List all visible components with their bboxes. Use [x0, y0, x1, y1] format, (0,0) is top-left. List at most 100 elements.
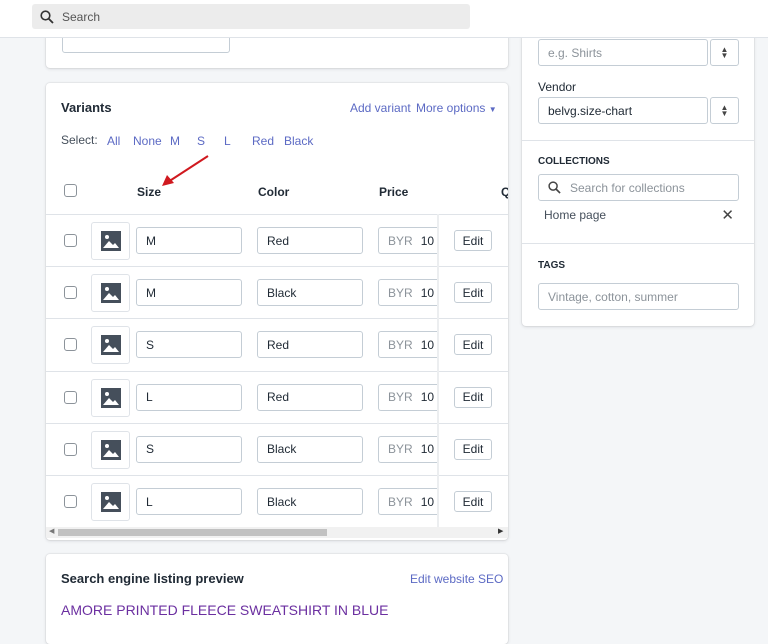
product-type-input[interactable]: e.g. Shirts [538, 39, 708, 66]
color-value: Black [267, 442, 297, 457]
tags-label: TAGS [538, 260, 566, 271]
color-value: Red [267, 390, 290, 405]
color-input[interactable]: Red [257, 383, 363, 411]
product-type-stepper[interactable]: ▲ ▼ [710, 39, 739, 66]
price-value: 10 [420, 285, 435, 300]
edit-variant-button[interactable]: Edit [454, 438, 492, 460]
column-header-color: Color [258, 185, 290, 199]
variant-checkbox[interactable] [64, 286, 77, 300]
variant-image-button[interactable] [91, 222, 130, 260]
collections-label: COLLECTIONS [538, 156, 610, 167]
image-icon [100, 335, 121, 356]
variant-checkbox[interactable] [64, 495, 77, 508]
edit-variant-button[interactable]: Edit [454, 334, 492, 356]
size-input[interactable]: S [136, 435, 242, 463]
select-s[interactable]: S [197, 134, 205, 148]
color-value: Black [267, 285, 297, 300]
size-input[interactable]: S [136, 331, 242, 359]
color-value: Black [267, 494, 297, 509]
caret-down-icon: ▼ [488, 105, 497, 114]
currency-label: BYR [388, 233, 413, 248]
scroll-right-arrow[interactable]: ▶ [498, 527, 503, 535]
variant-checkbox[interactable] [64, 390, 77, 404]
search-bar[interactable]: Search [32, 4, 470, 29]
remove-collection-icon[interactable]: ✕ [721, 206, 734, 224]
select-label: Select: [61, 133, 98, 147]
image-icon [100, 387, 121, 408]
variant-image-button[interactable] [91, 274, 130, 313]
image-icon [100, 231, 121, 251]
color-input[interactable]: Red [257, 331, 363, 359]
variant-image-button[interactable] [91, 430, 130, 469]
currency-label: BYR [388, 390, 413, 405]
top-bar: Search [0, 0, 768, 38]
edit-label: Edit [462, 390, 484, 405]
select-black[interactable]: Black [284, 134, 313, 148]
size-value: S [146, 442, 155, 457]
divider [522, 243, 754, 244]
column-header-quantity: Q [501, 185, 508, 199]
divider [522, 140, 754, 141]
size-input[interactable]: L [136, 488, 242, 515]
price-value: 10 [420, 494, 435, 509]
variant-checkbox[interactable] [64, 338, 77, 352]
vendor-input[interactable]: belvg.size-chart [538, 97, 708, 124]
price-value: 10 [420, 390, 435, 405]
currency-label: BYR [388, 494, 413, 509]
variant-image-button[interactable] [91, 483, 130, 521]
size-value: L [146, 390, 153, 405]
tags-input[interactable]: Vintage, cotton, summer [538, 283, 739, 310]
more-options-label: More options [416, 101, 486, 115]
currency-label: BYR [388, 337, 413, 352]
edit-website-seo-link[interactable]: Edit website SEO [410, 572, 503, 586]
select-l[interactable]: L [224, 134, 231, 148]
search-icon [548, 181, 561, 194]
scrollbar-thumb[interactable] [58, 529, 327, 536]
variants-card: Variants Add variant More options ▼ Sele… [46, 83, 508, 540]
variant-checkbox[interactable] [64, 442, 77, 456]
edit-label: Edit [462, 233, 484, 248]
price-value: 10 [420, 233, 435, 248]
select-red[interactable]: Red [252, 134, 274, 148]
variant-image-button[interactable] [91, 378, 130, 417]
sort-arrows-icon: ▲ ▼ [720, 102, 729, 118]
horizontal-scrollbar[interactable]: ◀ ▶ [46, 527, 508, 538]
seo-preview-title[interactable]: AMORE PRINTED FLEECE SWEATSHIRT IN BLUE [61, 602, 389, 618]
sticky-column-shadow [437, 214, 439, 527]
size-input[interactable]: L [136, 383, 242, 411]
size-input[interactable]: M [136, 279, 242, 307]
variants-title: Variants [61, 100, 112, 115]
edit-variant-button[interactable]: Edit [454, 282, 492, 304]
size-value: M [146, 233, 156, 248]
edit-variant-button[interactable]: Edit [454, 230, 492, 251]
edit-variant-button[interactable]: Edit [454, 386, 492, 408]
collections-placeholder: Search for collections [570, 180, 685, 195]
select-all-checkbox[interactable] [64, 184, 77, 197]
annotation-arrow [162, 155, 209, 186]
size-value: M [146, 285, 156, 300]
edit-variant-button[interactable]: Edit [454, 491, 492, 512]
color-input[interactable]: Black [257, 279, 363, 307]
size-input[interactable]: M [136, 227, 242, 254]
color-input[interactable]: Red [257, 227, 363, 254]
color-value: Red [267, 233, 290, 248]
color-input[interactable]: Black [257, 488, 363, 515]
variant-image-button[interactable] [91, 326, 130, 365]
image-icon [100, 283, 121, 304]
select-m[interactable]: M [170, 134, 180, 148]
collection-name: Home page [544, 208, 607, 222]
more-options-dropdown[interactable]: More options ▼ [416, 101, 497, 115]
add-variant-link[interactable]: Add variant [350, 101, 411, 115]
vendor-stepper[interactable]: ▲ ▼ [710, 97, 739, 124]
select-all[interactable]: All [107, 134, 120, 148]
image-icon [100, 492, 121, 512]
tags-placeholder: Vintage, cotton, summer [548, 289, 678, 304]
scroll-left-arrow[interactable]: ◀ [49, 527, 54, 535]
vendor-value: belvg.size-chart [548, 103, 633, 118]
variant-checkbox[interactable] [64, 234, 77, 247]
image-icon [100, 439, 121, 460]
collections-search-input[interactable]: Search for collections [538, 174, 739, 201]
color-value: Red [267, 337, 290, 352]
select-none[interactable]: None [133, 134, 162, 148]
color-input[interactable]: Black [257, 435, 363, 463]
